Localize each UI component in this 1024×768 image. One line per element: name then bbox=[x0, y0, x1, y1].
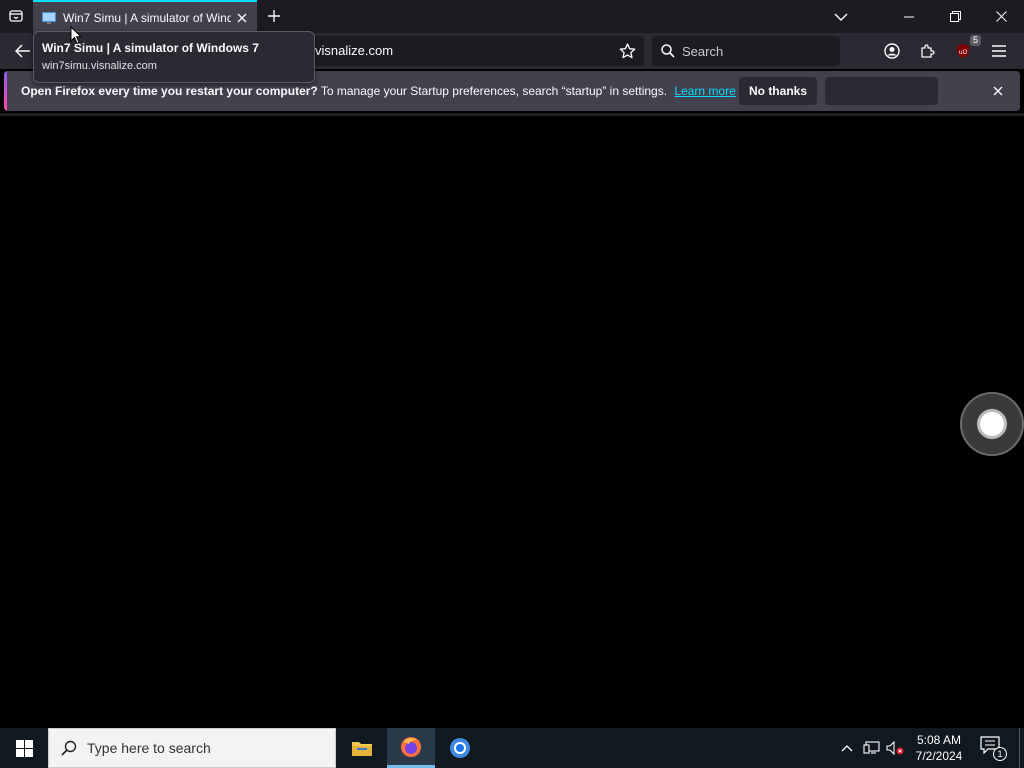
tab-list-icon bbox=[9, 10, 23, 22]
close-icon bbox=[995, 11, 1007, 22]
taskbar-search-placeholder: Type here to search bbox=[87, 740, 211, 756]
hamburger-menu-icon bbox=[992, 45, 1006, 57]
search-icon bbox=[661, 44, 675, 58]
notification-count-badge: 1 bbox=[993, 747, 1007, 761]
no-thanks-button[interactable]: No thanks bbox=[739, 77, 817, 105]
taskbar-chrome[interactable] bbox=[436, 728, 484, 768]
close-window-button[interactable] bbox=[978, 0, 1024, 33]
ublock-origin-button[interactable]: uO 5 bbox=[950, 35, 981, 64]
notification-text: To manage your Startup preferences, sear… bbox=[320, 84, 668, 98]
tooltip-url: win7simu.visnalize.com bbox=[42, 60, 157, 72]
minimize-icon bbox=[904, 16, 914, 17]
floating-button-circle-icon bbox=[977, 409, 1007, 439]
close-icon bbox=[237, 13, 247, 22]
app-menu-button[interactable] bbox=[986, 38, 1012, 64]
svg-text:uO: uO bbox=[959, 49, 968, 56]
chevron-up-icon bbox=[841, 745, 853, 752]
minimize-button[interactable] bbox=[886, 0, 932, 33]
search-placeholder: Search bbox=[682, 43, 724, 59]
chrome-icon bbox=[450, 738, 470, 758]
notification-message: Open Firefox every time you restart your… bbox=[21, 84, 736, 98]
tab-close-button[interactable] bbox=[231, 7, 253, 29]
network-tray-button[interactable] bbox=[861, 738, 881, 758]
tab-strip: Win7 Simu | A simulator of Windows 7 bbox=[0, 0, 1024, 33]
learn-more-link[interactable]: Learn more bbox=[674, 84, 735, 98]
system-clock[interactable]: 5:08 AM 7/2/2024 bbox=[906, 732, 972, 764]
bookmark-star-button[interactable] bbox=[616, 40, 638, 62]
firefox-icon bbox=[401, 736, 421, 757]
notification-accent-stripe bbox=[4, 71, 7, 111]
notification-close-button[interactable] bbox=[987, 80, 1009, 102]
floating-action-button[interactable] bbox=[960, 392, 1024, 456]
url-text: visnalize.com bbox=[315, 43, 394, 58]
restore-icon bbox=[949, 11, 961, 22]
page-content[interactable] bbox=[0, 116, 1024, 727]
win7-favicon-icon bbox=[42, 11, 56, 24]
tab-win7simu[interactable]: Win7 Simu | A simulator of Windows 7 bbox=[33, 0, 257, 33]
close-icon bbox=[993, 86, 1003, 96]
clock-time: 5:08 AM bbox=[916, 733, 962, 747]
windows-taskbar: Type here to search 5:08 AM 7/2/2024 1 bbox=[0, 728, 1024, 768]
new-tab-button[interactable] bbox=[262, 4, 286, 28]
tab-title: Win7 Simu | A simulator of Windows 7 bbox=[63, 10, 231, 25]
network-icon bbox=[862, 741, 880, 754]
folder-icon bbox=[352, 742, 372, 756]
taskbar-file-explorer[interactable] bbox=[338, 728, 386, 768]
ublock-count-badge: 5 bbox=[969, 35, 981, 46]
clock-date: 7/2/2024 bbox=[915, 749, 963, 763]
ublock-shield-icon: uO bbox=[957, 44, 969, 58]
windows-logo-icon bbox=[15, 739, 33, 757]
extensions-button[interactable] bbox=[915, 38, 941, 64]
volume-muted-icon bbox=[886, 741, 904, 755]
start-button[interactable] bbox=[0, 728, 48, 768]
taskbar-firefox[interactable] bbox=[387, 728, 435, 768]
action-center-button[interactable]: 1 bbox=[980, 736, 1007, 761]
account-icon bbox=[884, 43, 900, 59]
notification-primary-button[interactable] bbox=[825, 77, 938, 105]
search-bar[interactable]: Search bbox=[652, 36, 840, 66]
star-icon bbox=[619, 43, 635, 59]
show-hidden-icons-button[interactable] bbox=[837, 738, 857, 758]
notification-bold-text: Open Firefox every time you restart your… bbox=[21, 84, 318, 98]
search-icon bbox=[61, 740, 77, 756]
tab-list-button[interactable] bbox=[4, 4, 28, 28]
plus-icon bbox=[268, 10, 280, 22]
restore-button[interactable] bbox=[932, 0, 978, 33]
show-desktop-button[interactable] bbox=[1019, 728, 1024, 768]
puzzle-icon bbox=[921, 44, 935, 58]
list-all-tabs-button[interactable] bbox=[818, 0, 864, 33]
window-controls bbox=[818, 0, 1024, 33]
back-arrow-icon bbox=[15, 44, 30, 58]
volume-tray-button[interactable] bbox=[885, 738, 905, 758]
taskbar-search-box[interactable]: Type here to search bbox=[48, 728, 336, 768]
chevron-down-icon bbox=[834, 13, 848, 21]
mouse-cursor-icon bbox=[70, 26, 82, 45]
account-button[interactable] bbox=[879, 38, 905, 64]
